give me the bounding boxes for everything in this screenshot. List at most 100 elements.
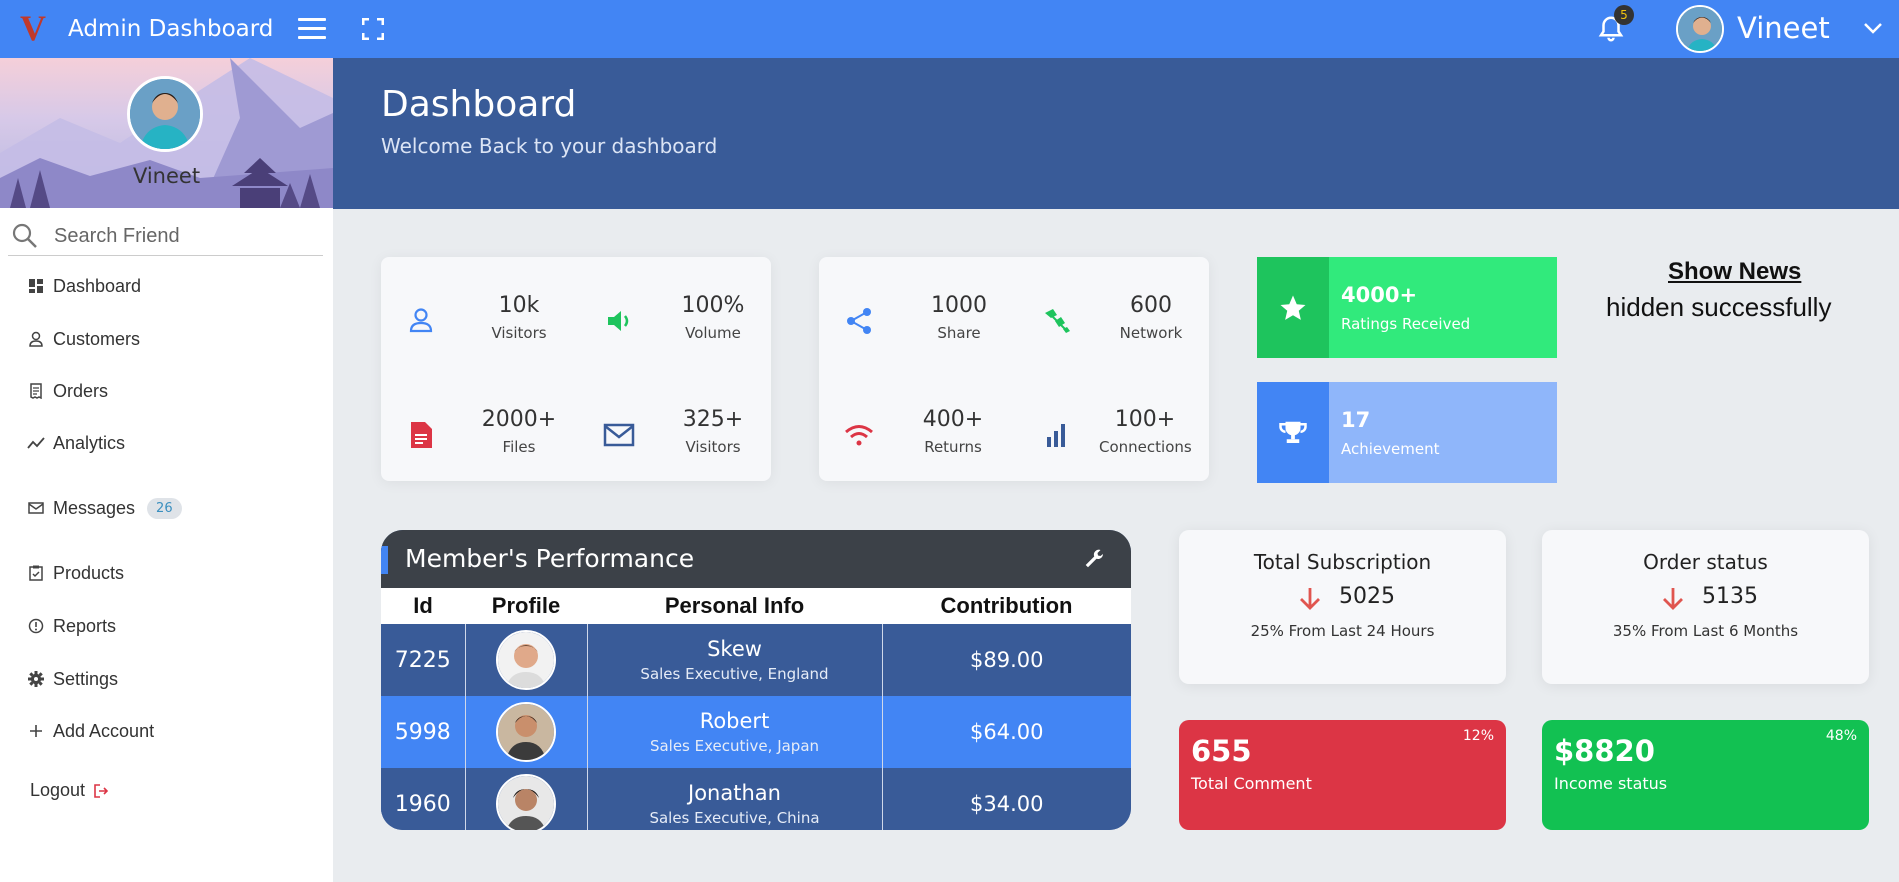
profile-cell <box>465 768 588 830</box>
info-circle-icon <box>26 616 46 636</box>
kpi-value: 4000+ <box>1341 283 1418 307</box>
mail-icon <box>603 423 635 447</box>
page-subtitle: Welcome Back to your dashboard <box>381 134 718 158</box>
wifi-icon <box>845 425 873 446</box>
card-title: Total Subscription <box>1253 550 1432 574</box>
plus-icon <box>26 721 46 741</box>
ratings-tile[interactable]: 4000+ Ratings Received <box>1257 257 1557 358</box>
brand-logo[interactable]: V <box>20 8 46 48</box>
member-id: 1960 <box>381 768 466 830</box>
tile-value: $8820 <box>1554 734 1655 768</box>
stat-value: 10k <box>498 293 540 318</box>
app-title[interactable]: Admin Dashboard <box>68 15 273 43</box>
clipboard-check-icon <box>26 563 46 583</box>
user-name[interactable]: Vineet <box>1737 11 1830 45</box>
income-status-tile[interactable]: $8820 Income status 48% <box>1542 720 1869 830</box>
member-name: Jonathan <box>688 781 781 805</box>
achievement-tile[interactable]: 17 Achievement <box>1257 382 1557 483</box>
member-name: Robert <box>699 709 770 733</box>
trend-icon <box>26 433 46 453</box>
logout-button[interactable]: Logout <box>30 780 109 801</box>
stats-card-secondary: 1000 Share 600 Network 400+ Returns 100+… <box>819 257 1209 481</box>
column-header: Profile <box>465 588 587 624</box>
network-icon <box>1045 309 1070 333</box>
stats-card-primary: 10k Visitors 100% Volume 2000+ Files 325… <box>381 257 771 481</box>
stat-value: 600 <box>1130 293 1172 318</box>
tile-label: Income status <box>1554 774 1668 793</box>
stat-label: Connections <box>1099 438 1192 456</box>
stat-label: Visitors <box>491 324 547 342</box>
avatar[interactable] <box>496 702 556 762</box>
wrench-icon[interactable] <box>1083 548 1107 572</box>
stat-returns: 400+ Returns <box>843 401 989 461</box>
page-header: Dashboard Welcome Back to your dashboard <box>333 58 1899 209</box>
stat-label: Visitors <box>685 438 741 456</box>
stat-label: Volume <box>685 324 741 342</box>
file-icon <box>411 422 432 448</box>
stat-value: 100% <box>681 293 745 318</box>
table-row[interactable]: 7225 Skew Sales Executive, England $89.0… <box>381 624 1131 696</box>
personal-info-cell: Skew Sales Executive, England <box>587 624 883 696</box>
bar-chart-icon <box>1047 424 1065 447</box>
user-icon <box>409 308 433 333</box>
panel-header: Member's Performance <box>381 530 1131 588</box>
column-header: Id <box>381 588 465 624</box>
member-id: 5998 <box>381 696 466 768</box>
stat-visitors: 10k Visitors <box>405 287 551 347</box>
top-navbar: V Admin Dashboard 5 Vineet <box>0 0 1899 58</box>
volume-icon <box>608 311 629 331</box>
sidebar-item-add-account[interactable]: Add Account <box>26 715 154 747</box>
total-comment-tile[interactable]: 655 Total Comment 12% <box>1179 720 1506 830</box>
sidebar-item-analytics[interactable]: Analytics <box>26 427 125 459</box>
stat-value: 1000 <box>931 293 987 318</box>
stat-files: 2000+ Files <box>405 401 556 461</box>
sidebar-item-products[interactable]: Products <box>26 557 124 589</box>
fullscreen-icon[interactable] <box>362 18 384 40</box>
search-friend-input[interactable] <box>54 222 314 250</box>
stat-label: Files <box>502 438 536 456</box>
kpi-label: Achievement <box>1341 440 1440 458</box>
tile-label: Total Comment <box>1191 774 1312 793</box>
page-title: Dashboard <box>381 84 577 125</box>
sidebar-item-customers[interactable]: Customers <box>26 323 140 355</box>
stat-network: 600 Network <box>1041 287 1191 347</box>
table-row[interactable]: 1960 Jonathan Sales Executive, China $34… <box>381 768 1131 830</box>
sidebar-item-label: Settings <box>53 668 119 689</box>
sidebar-item-dashboard[interactable]: Dashboard <box>26 270 141 302</box>
personal-info-cell: Jonathan Sales Executive, China <box>587 768 883 830</box>
profile-avatar[interactable] <box>127 76 203 152</box>
avatar[interactable] <box>496 630 556 690</box>
logout-icon <box>94 783 109 798</box>
stat-label: Network <box>1119 324 1183 342</box>
gear-icon <box>26 669 46 689</box>
member-role: Sales Executive, Japan <box>649 737 820 755</box>
column-header: Personal Info <box>587 588 882 624</box>
stat-connections: 100+ Connections <box>1041 401 1192 461</box>
user-icon <box>26 329 46 349</box>
show-news-link[interactable]: Show News <box>1668 258 1801 286</box>
panel-title: Member's Performance <box>405 544 695 573</box>
total-subscription-card: Total Subscription 5025 25% From Last 24… <box>1179 530 1506 684</box>
table-row[interactable]: 5998 Robert Sales Executive, Japan $64.0… <box>381 696 1131 768</box>
card-value: 5025 <box>1339 584 1395 609</box>
member-contribution: $89.00 <box>882 624 1131 696</box>
sidebar-item-label: Analytics <box>53 432 126 453</box>
tile-percent: 12% <box>1462 728 1494 744</box>
sidebar-item-label: Reports <box>53 615 117 636</box>
menu-toggle-icon[interactable] <box>298 18 326 40</box>
user-avatar[interactable] <box>1676 5 1724 53</box>
sidebar-item-label: Orders <box>53 380 109 401</box>
sidebar-item-messages[interactable]: Messages 26 <box>26 492 182 524</box>
member-contribution: $34.00 <box>882 768 1131 830</box>
sidebar-item-label: Add Account <box>53 720 155 741</box>
sidebar-item-settings[interactable]: Settings <box>26 663 118 695</box>
trophy-icon <box>1257 382 1329 483</box>
news-status-message: hidden successfully <box>1606 292 1832 322</box>
chevron-down-icon[interactable] <box>1862 20 1884 36</box>
friend-search <box>8 218 323 256</box>
sidebar-item-reports[interactable]: Reports <box>26 610 116 642</box>
card-note: 25% From Last 24 Hours <box>1250 622 1435 640</box>
card-title: Order status <box>1643 550 1768 574</box>
avatar[interactable] <box>496 774 556 830</box>
sidebar-item-orders[interactable]: Orders <box>26 375 108 407</box>
